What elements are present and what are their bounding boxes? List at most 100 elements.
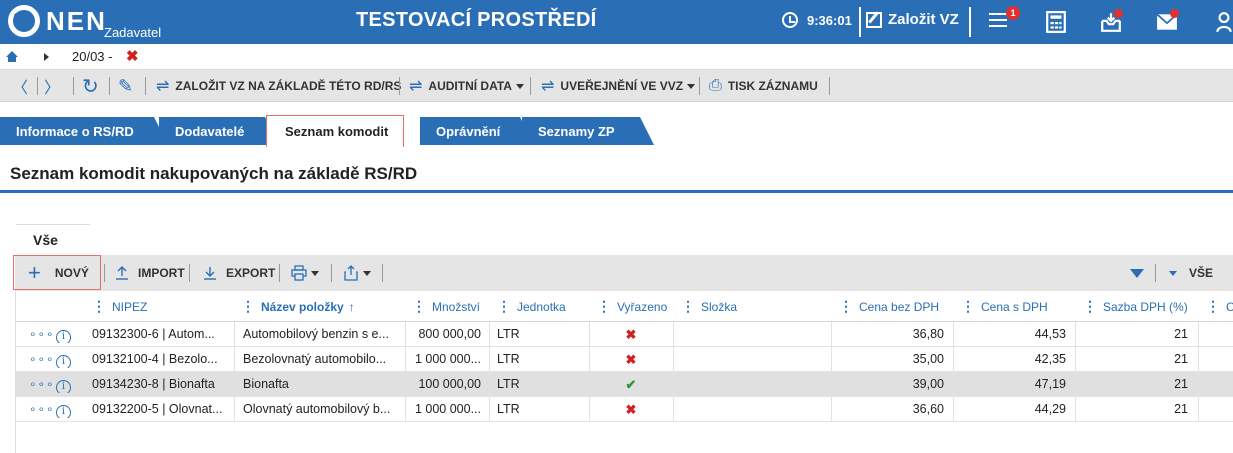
publish-vvz-menu[interactable]: ⇌ UVEŘEJNĚNÍ VE VVZ [541, 70, 696, 102]
logo-subtitle: Zadavatel [104, 25, 162, 40]
breadcrumb-item[interactable]: 20/03 - [72, 49, 112, 64]
cell-unit: LTR [497, 402, 520, 416]
export-button[interactable]: EXPORT [202, 255, 275, 291]
forward-button[interactable]: 〉 [44, 70, 66, 102]
info-icon[interactable]: i [56, 380, 71, 393]
nen-logo[interactable]: NEN [8, 5, 107, 37]
cell-price-vat: 42,35 [1034, 352, 1066, 366]
row-actions-icon[interactable]: ∘∘∘ [29, 327, 55, 341]
create-vz-from-record-button[interactable]: ⇌ ZALOŽIT VZ NA ZÁKLADĚ TÉTO RD/RS [156, 70, 401, 102]
header-divider [859, 7, 861, 37]
cell-quantity: 800 000,00 [418, 327, 481, 341]
column-menu-icon[interactable]: ⋮ [839, 298, 853, 315]
cell-unit: LTR [497, 327, 520, 341]
tab-dodavatele[interactable]: Dodavatelé [159, 117, 279, 145]
column-header-folder[interactable]: ⋮ Složka [681, 291, 737, 322]
filter-button[interactable] [1130, 255, 1144, 291]
column-menu-icon[interactable]: ⋮ [92, 298, 106, 315]
home-icon[interactable] [6, 51, 18, 62]
app-header: NEN Zadavatel TESTOVACÍ PROSTŘEDÍ 9:36:0… [0, 0, 1233, 44]
import-button[interactable]: IMPORT [114, 255, 185, 291]
column-label: Cena s DPH [981, 299, 1048, 314]
publish-vvz-label: UVEŘEJNĚNÍ VE VVZ [560, 79, 684, 93]
column-label: Cena bez DPH [859, 299, 940, 314]
refresh-icon: ↻ [82, 75, 99, 98]
table-row[interactable]: ∘∘∘ i 09132300-6 | Autom... Automobilový… [16, 322, 1233, 347]
caret-down-icon [1169, 270, 1177, 276]
cell-price-vat: 44,29 [1034, 402, 1066, 416]
close-tab-icon[interactable]: ✖ [126, 47, 139, 65]
toolbar-divider [530, 77, 531, 95]
tab-opravneni[interactable]: Oprávnění [420, 117, 534, 145]
column-header-quantity[interactable]: ⋮ Množství [412, 291, 480, 322]
column-header-price[interactable]: ⋮ Cena bez DPH [839, 291, 939, 322]
cell-quantity: 1 000 000... [414, 402, 481, 416]
share-menu-button[interactable] [343, 255, 371, 291]
excluded-no-icon: ✖ [625, 327, 637, 342]
info-icon[interactable]: i [56, 355, 71, 368]
toolbar-divider [189, 264, 190, 282]
view-filter-value: VŠE [1189, 266, 1214, 280]
column-menu-icon[interactable]: ⋮ [241, 298, 255, 315]
print-menu-button[interactable] [291, 255, 319, 291]
tab-seznam-komodit[interactable]: Seznam komodit [266, 115, 404, 147]
edit-button[interactable]: ✎ [118, 70, 139, 102]
filter-tab-all[interactable]: Vše [16, 224, 104, 255]
row-actions-icon[interactable]: ∘∘∘ [29, 352, 55, 366]
info-icon[interactable]: i [56, 405, 71, 418]
print-record-button[interactable]: ⎙ TISK ZÁZNAMU [709, 70, 818, 102]
audit-data-menu[interactable]: ⇌ AUDITNÍ DATA [409, 70, 524, 102]
column-header-nipez[interactable]: ⋮ NIPEZ [92, 291, 147, 322]
column-header-cut[interactable]: ⋮ Ce [1206, 291, 1233, 322]
column-header-unit[interactable]: ⋮ Jednotka [497, 291, 566, 322]
inbox-alert-dot [1114, 9, 1123, 18]
column-header-excluded[interactable]: ⋮ Vyřazeno [597, 291, 667, 322]
session-clock: 9:36:01 [782, 12, 852, 28]
tab-label: Informace o RS/RD [16, 123, 134, 139]
tab-label: Oprávnění [436, 123, 501, 139]
view-filter-select[interactable]: VŠE [1169, 255, 1213, 291]
caret-down-icon [363, 270, 371, 276]
audit-data-label: AUDITNÍ DATA [428, 79, 512, 93]
toolbar-divider [145, 77, 146, 95]
user-icon[interactable] [1213, 11, 1233, 33]
table-row[interactable]: ∘∘∘ i 09132200-5 | Olovnat... Olovnatý a… [16, 397, 1233, 422]
calculator-icon[interactable] [1045, 11, 1067, 33]
cell-price: 36,80 [912, 327, 944, 341]
refresh-button[interactable]: ↻ [82, 70, 105, 102]
column-menu-icon[interactable]: ⋮ [1083, 298, 1097, 315]
create-vz-from-record-label: ZALOŽIT VZ NA ZÁKLADĚ TÉTO RD/RS [175, 79, 402, 93]
toolbar-divider [109, 77, 110, 95]
info-icon[interactable]: i [56, 330, 71, 343]
column-menu-icon[interactable]: ⋮ [497, 298, 511, 315]
logo-mark-icon [8, 5, 40, 37]
column-menu-icon[interactable]: ⋮ [412, 298, 426, 315]
back-button[interactable]: 〈 [12, 70, 34, 102]
column-menu-icon[interactable]: ⋮ [961, 298, 975, 315]
row-actions-icon[interactable]: ∘∘∘ [29, 377, 55, 391]
logo-text: NEN [46, 5, 107, 36]
cell-unit: LTR [497, 377, 520, 391]
table-row[interactable]: ∘∘∘ i 09132100-4 | Bezolo... Bezolovnatý… [16, 347, 1233, 372]
tab-seznamy-zp[interactable]: Seznamy ZP [522, 117, 654, 145]
row-actions-icon[interactable]: ∘∘∘ [29, 402, 55, 416]
cell-vat-rate: 21 [1174, 377, 1188, 391]
import-label: IMPORT [138, 266, 185, 280]
column-header-vat-rate[interactable]: ⋮ Sazba DPH (%) [1083, 291, 1188, 322]
tab-label: Seznamy ZP [538, 123, 615, 139]
cell-nipez: 09134230-8 | Bionafta [92, 377, 215, 391]
column-menu-icon[interactable]: ⋮ [597, 298, 611, 315]
notification-badge: 1 [1006, 6, 1020, 20]
toolbar-divider [399, 77, 400, 95]
tab-informace[interactable]: Informace o RS/RD [0, 117, 168, 145]
column-header-name[interactable]: ⋮ Název položky ↑ [241, 291, 355, 322]
toolbar-divider [279, 264, 280, 282]
column-menu-icon[interactable]: ⋮ [681, 298, 695, 315]
column-header-price-vat[interactable]: ⋮ Cena s DPH [961, 291, 1048, 322]
list-arrow-icon: ⇌ [409, 78, 423, 95]
new-item-button[interactable]: + NOVÝ [13, 255, 101, 290]
column-menu-icon[interactable]: ⋮ [1206, 298, 1220, 315]
create-vz-button[interactable]: Založit VZ [866, 11, 959, 28]
upload-icon [116, 266, 128, 280]
table-row-selected[interactable]: ∘∘∘ i 09134230-8 | Bionafta Bionafta 100… [16, 372, 1233, 397]
